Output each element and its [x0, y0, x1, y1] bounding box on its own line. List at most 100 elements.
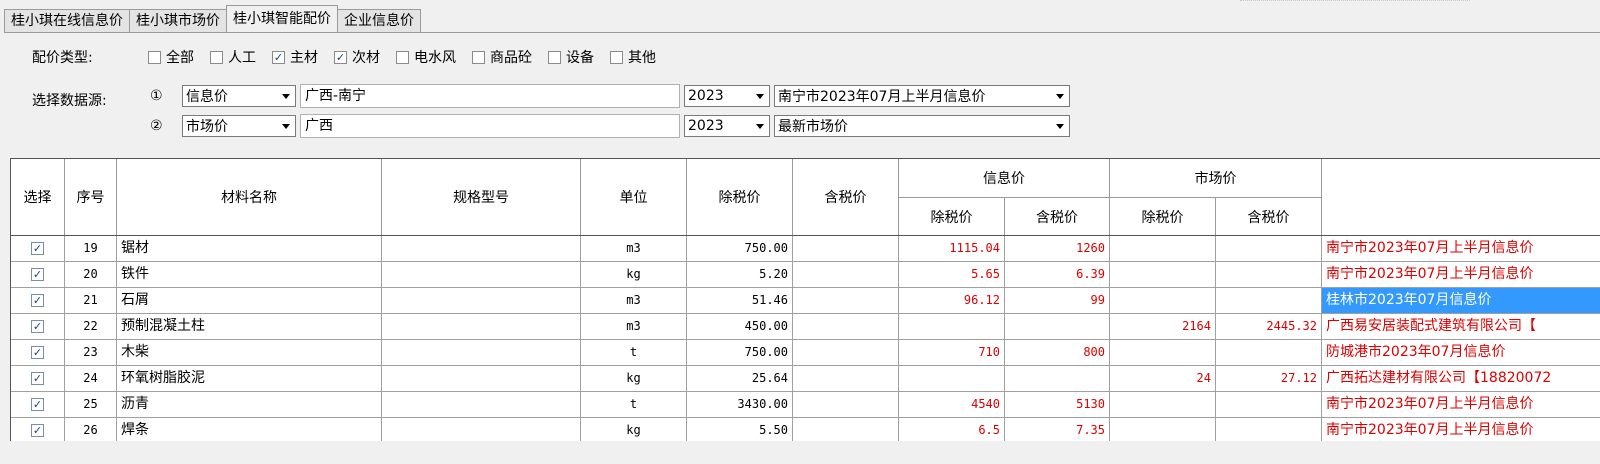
price-type-option-1[interactable]: 人工 — [210, 47, 256, 67]
table-row[interactable]: ✓ 25 沥青 t 3430.00 4540 5130 南宁市2023年07月上半月信息价 — [11, 392, 1600, 418]
cell-unit[interactable]: t — [581, 340, 687, 365]
price-type-option-2[interactable]: ✓ 主材 — [272, 47, 318, 67]
cell-info-in[interactable] — [1005, 366, 1110, 391]
cell-checked[interactable]: ✓ — [11, 418, 65, 441]
header-market-ex-tax[interactable]: 除税价 — [1110, 197, 1216, 235]
header-unit[interactable]: 单位 — [581, 159, 687, 235]
checkbox-icon[interactable] — [472, 50, 485, 64]
cell-seq[interactable]: 22 — [65, 314, 117, 339]
cell-unit[interactable]: kg — [581, 366, 687, 391]
source-region-input-2[interactable]: 广西 — [300, 114, 680, 138]
cell-mkt-in[interactable]: 2445.32 — [1216, 314, 1322, 339]
cell-in[interactable] — [793, 340, 899, 365]
cell-checked[interactable]: ✓ — [11, 366, 65, 391]
table-row[interactable]: ✓ 21 石屑 m3 51.46 96.12 99 桂林市2023年07月信息价 — [11, 288, 1600, 314]
header-info-in-tax[interactable]: 含税价 — [1005, 197, 1110, 235]
cell-spec[interactable] — [382, 236, 581, 261]
cell-info-in[interactable] — [1005, 314, 1110, 339]
checkbox-checked-icon[interactable]: ✓ — [272, 50, 285, 64]
table-row[interactable]: ✓ 26 焊条 kg 5.50 6.5 7.35 南宁市2023年07月上半月信息价 — [11, 418, 1600, 441]
cell-src[interactable]: 广西拓达建材有限公司【18820072 — [1322, 366, 1600, 391]
source-region-input-1[interactable]: 广西-南宁 — [300, 84, 680, 108]
cell-spec[interactable] — [382, 262, 581, 287]
source-period-select-2[interactable]: 最新市场价 — [774, 115, 1070, 137]
cell-src[interactable]: 广西易安居装配式建筑有限公司【 — [1322, 314, 1600, 339]
cell-spec[interactable] — [382, 392, 581, 417]
cell-mkt-ex[interactable] — [1110, 418, 1216, 441]
cell-mkt-ex[interactable] — [1110, 288, 1216, 313]
cell-mkt-ex[interactable]: 24 — [1110, 366, 1216, 391]
cell-unit[interactable]: kg — [581, 262, 687, 287]
source-year-select-1[interactable]: 2023 — [684, 85, 770, 107]
checkbox-checked-icon[interactable]: ✓ — [31, 267, 44, 281]
cell-ex[interactable]: 450.00 — [687, 314, 793, 339]
cell-seq[interactable]: 23 — [65, 340, 117, 365]
cell-name[interactable]: 沥青 — [117, 392, 382, 417]
cell-spec[interactable] — [382, 288, 581, 313]
header-spec[interactable]: 规格型号 — [382, 159, 581, 235]
cell-ex[interactable]: 5.20 — [687, 262, 793, 287]
checkbox-checked-icon[interactable]: ✓ — [31, 293, 44, 307]
cell-name[interactable]: 锯材 — [117, 236, 382, 261]
cell-spec[interactable] — [382, 418, 581, 441]
cell-checked[interactable]: ✓ — [11, 262, 65, 287]
cell-ex[interactable]: 25.64 — [687, 366, 793, 391]
checkbox-icon[interactable] — [210, 50, 223, 64]
table-row[interactable]: ✓ 19 锯材 m3 750.00 1115.04 1260 南宁市2023年07月上半月信息… — [11, 236, 1600, 262]
header-material-name[interactable]: 材料名称 — [117, 159, 382, 235]
cell-seq[interactable]: 24 — [65, 366, 117, 391]
cell-spec[interactable] — [382, 340, 581, 365]
cell-seq[interactable]: 25 — [65, 392, 117, 417]
price-type-option-7[interactable]: 其他 — [610, 47, 656, 67]
cell-in[interactable] — [793, 262, 899, 287]
cell-in[interactable] — [793, 314, 899, 339]
cell-checked[interactable]: ✓ — [11, 340, 65, 365]
cell-name[interactable]: 环氧树脂胶泥 — [117, 366, 382, 391]
cell-seq[interactable]: 19 — [65, 236, 117, 261]
checkbox-checked-icon[interactable]: ✓ — [31, 371, 44, 385]
checkbox-checked-icon[interactable]: ✓ — [31, 397, 44, 411]
tab-enterprise-info-price[interactable]: 企业信息价 — [337, 9, 421, 32]
tab-smart-pricing[interactable]: 桂小琪智能配价 — [226, 5, 338, 32]
cell-info-ex[interactable]: 6.5 — [899, 418, 1005, 441]
cell-unit[interactable]: m3 — [581, 288, 687, 313]
cell-mkt-in[interactable] — [1216, 418, 1322, 441]
cell-seq[interactable]: 20 — [65, 262, 117, 287]
header-in-tax-price[interactable]: 含税价 — [793, 159, 899, 235]
price-type-option-0[interactable]: 全部 — [148, 47, 194, 67]
price-type-option-5[interactable]: 商品砼 — [472, 47, 532, 67]
cell-in[interactable] — [793, 418, 899, 441]
cell-seq[interactable]: 26 — [65, 418, 117, 441]
cell-spec[interactable] — [382, 366, 581, 391]
cell-src[interactable]: 南宁市2023年07月上半月信息价 — [1322, 262, 1600, 287]
cell-info-ex[interactable]: 5.65 — [899, 262, 1005, 287]
cell-name[interactable]: 木柴 — [117, 340, 382, 365]
cell-info-in[interactable]: 5130 — [1005, 392, 1110, 417]
cell-mkt-ex[interactable] — [1110, 340, 1216, 365]
cell-spec[interactable] — [382, 314, 581, 339]
source-period-select-1[interactable]: 南宁市2023年07月上半月信息价 — [774, 85, 1070, 107]
cell-unit[interactable]: m3 — [581, 314, 687, 339]
tab-market-price[interactable]: 桂小琪市场价 — [129, 9, 227, 32]
cell-info-ex[interactable]: 1115.04 — [899, 236, 1005, 261]
source-type-select-1[interactable]: 信息价 — [182, 85, 296, 107]
source-type-select-2[interactable]: 市场价 — [182, 115, 296, 137]
cell-src[interactable]: 南宁市2023年07月上半月信息价 — [1322, 392, 1600, 417]
table-row[interactable]: ✓ 24 环氧树脂胶泥 kg 25.64 24 27.12 广西拓达建材有限公司【188200… — [11, 366, 1600, 392]
tab-online-info-price[interactable]: 桂小琪在线信息价 — [4, 9, 130, 32]
cell-mkt-ex[interactable] — [1110, 262, 1216, 287]
cell-info-in[interactable]: 99 — [1005, 288, 1110, 313]
cell-src[interactable]: 南宁市2023年07月上半月信息价 — [1322, 418, 1600, 441]
price-type-option-6[interactable]: 设备 — [548, 47, 594, 67]
cell-in[interactable] — [793, 366, 899, 391]
cell-info-in[interactable]: 800 — [1005, 340, 1110, 365]
table-row[interactable]: ✓ 23 木柴 t 750.00 710 800 防城港市2023年07月信息价 — [11, 340, 1600, 366]
cell-checked[interactable]: ✓ — [11, 392, 65, 417]
cell-name[interactable]: 铁件 — [117, 262, 382, 287]
cell-info-ex[interactable] — [899, 314, 1005, 339]
cell-info-in[interactable]: 6.39 — [1005, 262, 1110, 287]
cell-unit[interactable]: t — [581, 392, 687, 417]
table-row[interactable]: ✓ 22 预制混凝土柱 m3 450.00 2164 2445.32 广西易安居装配式建筑有限… — [11, 314, 1600, 340]
cell-mkt-in[interactable] — [1216, 262, 1322, 287]
cell-mkt-in[interactable] — [1216, 288, 1322, 313]
